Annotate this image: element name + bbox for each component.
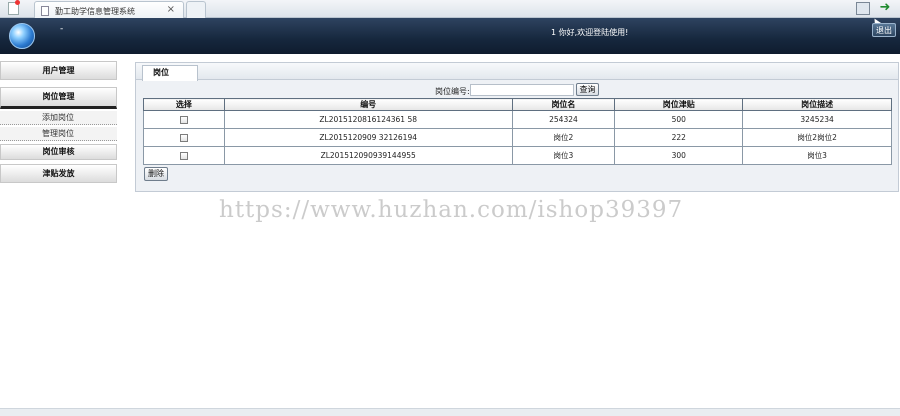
col-header-id: 编号 <box>223 98 513 111</box>
table-row: ZL201512090939144955 岗位3 300 岗位3 <box>143 146 892 165</box>
row-checkbox[interactable] <box>179 152 188 160</box>
cell-allowance: 222 <box>614 128 744 147</box>
welcome-greeting: 1 你好,欢迎登陆使用! <box>551 28 629 37</box>
logout-button[interactable]: 退出 <box>872 23 896 37</box>
cell-name: 岗位3 <box>511 146 616 165</box>
delete-button[interactable]: 删除 <box>144 167 168 181</box>
app-header: - 1 你好,欢迎登陆使用! 退出 <box>0 16 900 54</box>
content-panel: 岗位 岗位编号: 查询 选择 编号 岗位名 岗位津贴 岗位描述 ZL201512… <box>135 62 899 192</box>
col-header-name: 岗位名 <box>511 98 616 111</box>
row-select-cell <box>143 146 225 165</box>
header-dash: - <box>60 24 64 34</box>
tab-post[interactable]: 岗位 <box>142 65 198 81</box>
cell-description: 3245234 <box>742 110 892 129</box>
query-button[interactable]: 查询 <box>576 83 599 96</box>
app-icon <box>8 0 20 15</box>
post-table: 选择 编号 岗位名 岗位津贴 岗位描述 ZL2015120816124361 5… <box>143 98 892 165</box>
table-header-row: 选择 编号 岗位名 岗位津贴 岗位描述 <box>143 98 892 111</box>
sidebar-item-post-management[interactable]: 岗位管理 <box>0 87 117 109</box>
sidebar: 用户管理 岗位管理 添加岗位 管理岗位 岗位审核 津贴发放 <box>0 56 118 408</box>
table-row: ZL2015120816124361 58 254324 500 3245234 <box>143 110 892 129</box>
cell-description: 岗位3 <box>742 146 892 165</box>
search-label: 岗位编号: <box>435 87 470 96</box>
sidebar-item-allowance-payment[interactable]: 津贴发放 <box>0 164 117 183</box>
col-header-select: 选择 <box>143 98 225 111</box>
sidebar-subitem-add-post[interactable]: 添加岗位 <box>0 111 117 125</box>
sidebar-subitem-manage-post[interactable]: 管理岗位 <box>0 127 117 141</box>
cell-id: ZL2015120909 32126194 <box>223 128 513 147</box>
row-select-cell <box>143 128 225 147</box>
status-bar <box>0 408 900 416</box>
sidebar-item-user-management[interactable]: 用户管理 <box>0 61 117 80</box>
back-arrow-icon[interactable]: ➜ <box>878 1 892 15</box>
row-select-cell <box>143 110 225 129</box>
cell-name: 254324 <box>511 110 616 129</box>
post-id-search-input[interactable] <box>470 84 574 96</box>
new-tab-button[interactable] <box>186 1 206 18</box>
row-checkbox[interactable] <box>179 134 188 142</box>
sidebar-item-post-review[interactable]: 岗位审核 <box>0 144 117 160</box>
page-icon <box>41 6 49 16</box>
tab-close-icon[interactable]: × <box>167 4 175 15</box>
search-row: 岗位编号: 查询 <box>136 83 898 97</box>
content-tab-strip: 岗位 <box>136 63 898 81</box>
cell-id: ZL201512090939144955 <box>223 146 513 165</box>
browser-tab-title: 勤工助学信息管理系统 <box>55 7 135 16</box>
cell-name: 岗位2 <box>511 128 616 147</box>
cell-allowance: 300 <box>614 146 744 165</box>
row-checkbox[interactable] <box>179 116 188 124</box>
watermark-text: https://www.huzhan.com/ishop39397 <box>219 197 684 223</box>
col-header-allowance: 岗位津贴 <box>614 98 744 111</box>
cell-id: ZL2015120816124361 58 <box>223 110 513 129</box>
globe-logo-icon <box>9 23 35 49</box>
col-header-description: 岗位描述 <box>742 98 892 111</box>
browser-tab-strip: 勤工助学信息管理系统 × ➜ <box>0 0 900 18</box>
browser-tab[interactable]: 勤工助学信息管理系统 × <box>34 1 184 18</box>
cell-description: 岗位2岗位2 <box>742 128 892 147</box>
save-icon[interactable] <box>856 2 870 15</box>
cell-allowance: 500 <box>614 110 744 129</box>
table-row: ZL2015120909 32126194 岗位2 222 岗位2岗位2 <box>143 128 892 147</box>
